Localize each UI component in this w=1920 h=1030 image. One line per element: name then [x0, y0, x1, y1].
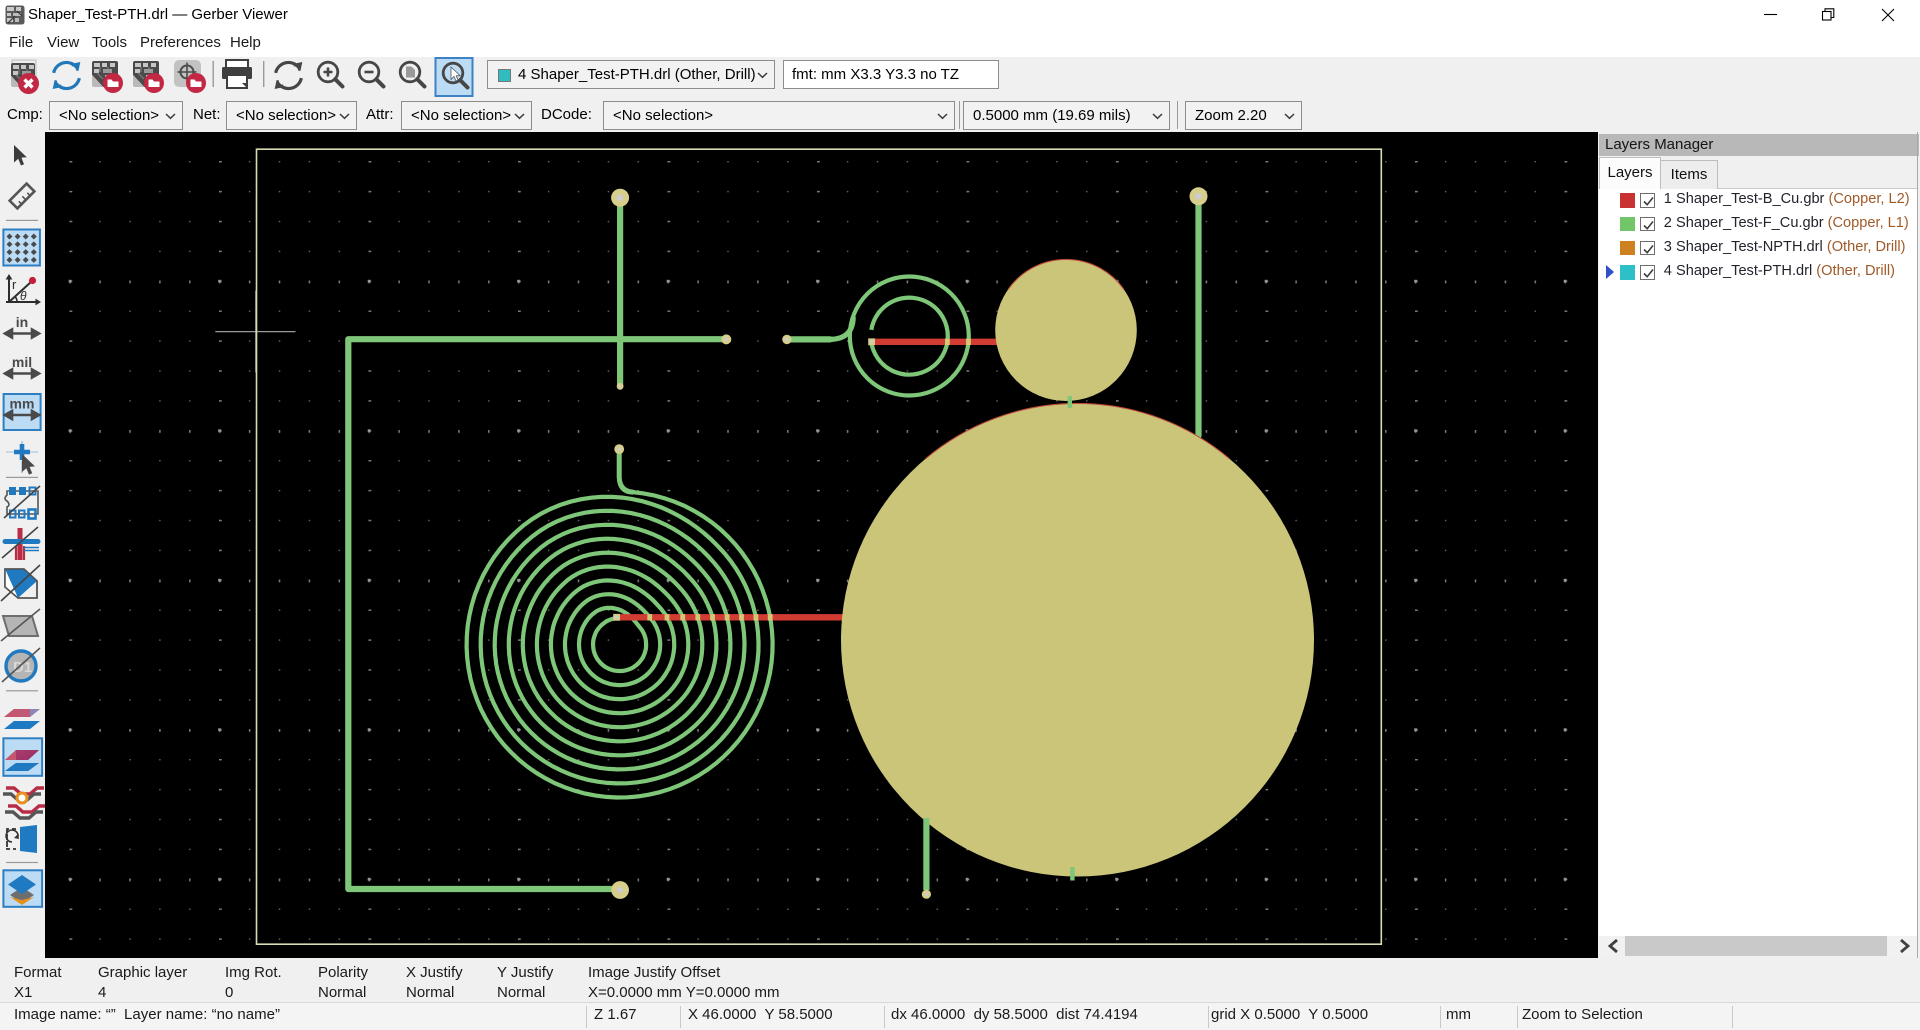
svg-text:D1: D1	[13, 659, 32, 676]
svg-text:mil: mil	[12, 354, 32, 370]
svg-text:in: in	[16, 314, 28, 330]
svg-text:θ: θ	[20, 289, 27, 303]
svg-text:r: r	[12, 277, 17, 292]
